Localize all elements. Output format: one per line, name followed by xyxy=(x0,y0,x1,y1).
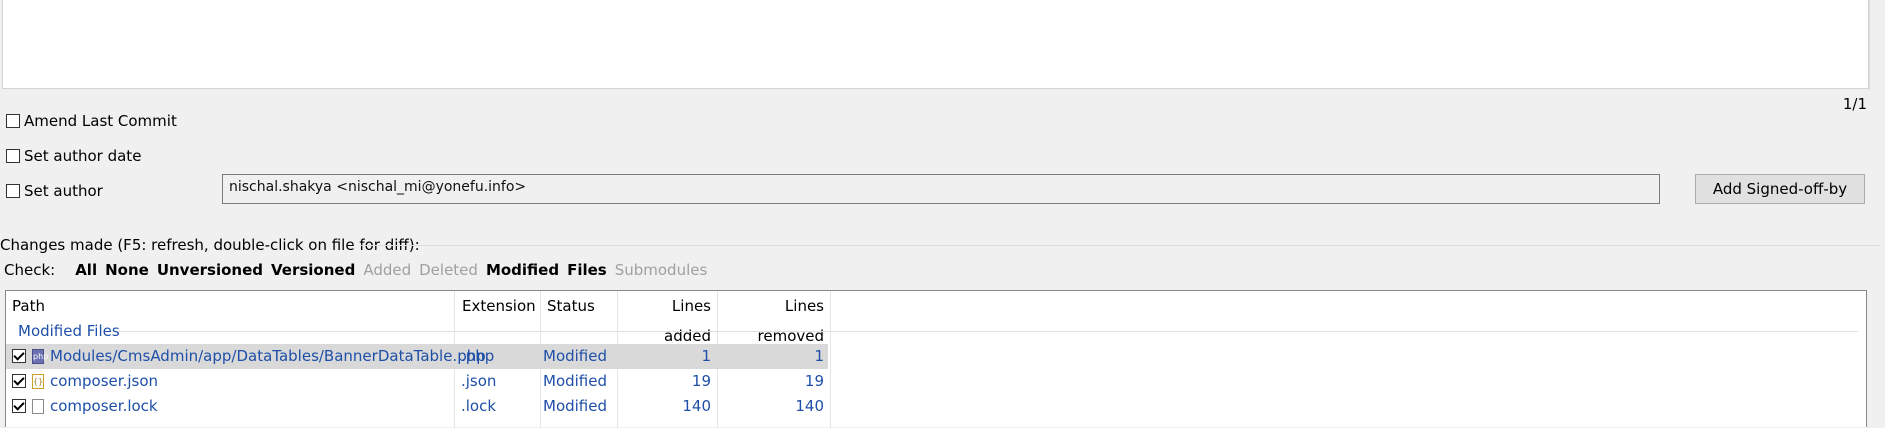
row-lines-removed: 140 xyxy=(795,397,824,415)
row-path[interactable]: composer.json xyxy=(50,369,158,394)
table-row[interactable]: {} composer.json .json Modified 19 19 xyxy=(6,369,828,394)
author-field[interactable]: nischal.shakya <nischal_mi@yonefu.info> xyxy=(222,174,1660,204)
row-lines-added: 19 xyxy=(691,372,711,390)
row-checkbox[interactable] xyxy=(12,399,26,413)
filter-submodules: Submodules xyxy=(614,261,708,279)
group-line xyxy=(118,331,1858,332)
row-checkbox[interactable] xyxy=(12,374,26,388)
changes-list[interactable]: Path Extension Status Lines added Lines … xyxy=(5,290,1867,428)
set-author-label: Set author xyxy=(24,182,103,200)
row-extension: .lock xyxy=(461,397,497,415)
filter-none[interactable]: None xyxy=(105,261,149,279)
row-status: Modified xyxy=(543,397,608,415)
amend-last-commit-checkbox[interactable]: Amend Last Commit xyxy=(6,112,177,130)
set-author-date-checkbox[interactable]: Set author date xyxy=(6,147,141,165)
filter-all[interactable]: All xyxy=(75,261,97,279)
vertical-scrollbar[interactable] xyxy=(1869,0,1884,90)
table-row[interactable]: php Modules/CmsAdmin/app/DataTables/Bann… xyxy=(6,344,828,369)
filter-added: Added xyxy=(363,261,412,279)
json-file-icon: {} xyxy=(32,374,44,389)
modified-files-group: Modified Files xyxy=(18,322,120,340)
message-counter: 1/1 xyxy=(1842,95,1867,113)
row-extension: .json xyxy=(461,372,497,390)
row-lines-added: 1 xyxy=(701,347,711,365)
check-filter-bar: Check: All None Unversioned Versioned Ad… xyxy=(4,261,715,279)
generic-file-icon xyxy=(32,399,44,414)
changes-group-label: Changes made (F5: refresh, double-click … xyxy=(0,236,420,254)
column-header-path[interactable]: Path xyxy=(6,291,454,321)
row-extension: .php xyxy=(461,347,495,365)
filter-modified[interactable]: Modified xyxy=(486,261,559,279)
set-author-checkbox[interactable]: Set author xyxy=(6,182,103,200)
row-status: Modified xyxy=(543,347,608,365)
checkbox-icon[interactable] xyxy=(6,149,20,163)
row-path[interactable]: composer.lock xyxy=(50,394,158,419)
checkbox-icon[interactable] xyxy=(6,184,20,198)
row-lines-added: 140 xyxy=(682,397,711,415)
column-header-lines-added[interactable]: Lines added xyxy=(618,291,717,345)
amend-label: Amend Last Commit xyxy=(24,112,177,130)
column-header-status[interactable]: Status xyxy=(541,291,617,321)
filter-files[interactable]: Files xyxy=(567,261,607,279)
add-signed-off-by-button[interactable]: Add Signed-off-by xyxy=(1695,174,1865,204)
filter-versioned[interactable]: Versioned xyxy=(271,261,355,279)
table-row[interactable]: composer.lock .lock Modified 140 140 xyxy=(6,394,828,419)
row-checkbox[interactable] xyxy=(12,349,26,363)
commit-message-textarea[interactable] xyxy=(2,0,1869,89)
php-file-icon: php xyxy=(32,349,48,364)
row-status: Modified xyxy=(543,372,608,390)
row-lines-removed: 19 xyxy=(804,372,824,390)
column-header-lines-removed[interactable]: Lines removed xyxy=(718,291,830,345)
column-separator xyxy=(830,291,831,428)
filter-unversioned[interactable]: Unversioned xyxy=(157,261,263,279)
group-divider xyxy=(360,245,1880,246)
filter-deleted: Deleted xyxy=(419,261,478,279)
row-path[interactable]: Modules/CmsAdmin/app/DataTables/BannerDa… xyxy=(50,344,486,369)
check-label: Check: xyxy=(4,261,56,279)
checkbox-icon[interactable] xyxy=(6,114,20,128)
row-lines-removed: 1 xyxy=(814,347,824,365)
author-date-label: Set author date xyxy=(24,147,142,165)
column-header-extension[interactable]: Extension xyxy=(456,291,540,321)
